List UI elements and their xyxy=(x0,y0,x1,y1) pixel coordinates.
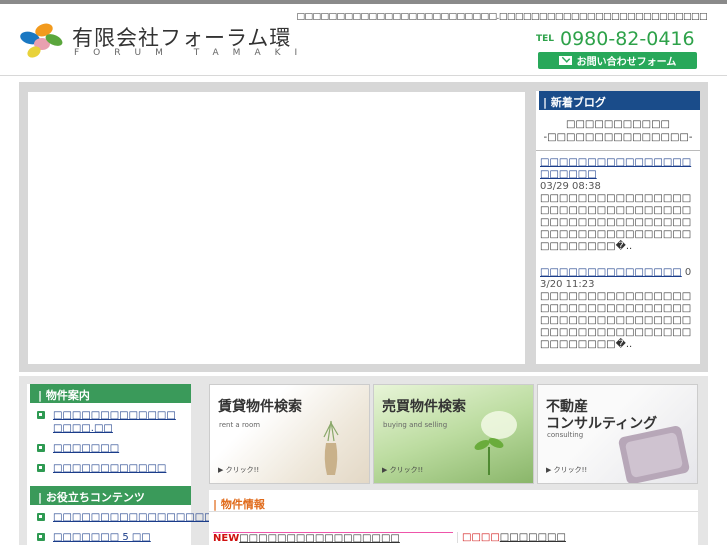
blog-entry: □□□□□□□□□□□□□□□ 03/20 11:23 □□□□□□□□□□□□… xyxy=(536,253,700,351)
card-click-label: ▶ クリック!! xyxy=(546,466,588,474)
property-red-label: □□□□ xyxy=(462,532,500,543)
blog-panel-title: 新着ブログ xyxy=(536,91,700,110)
sidebar-heading-properties: 物件案内 xyxy=(27,384,191,403)
bullet-icon xyxy=(37,411,45,419)
property-info-title: 物件情報 xyxy=(209,490,698,512)
search-cards: 賃貸物件検索 rent a room ▶ クリック!! 売買物件検索 buyin… xyxy=(209,384,698,484)
new-blog-panel: 新着ブログ □□□□□□□□□□□ -□□□□□□□□□□□□□□□- □□□□… xyxy=(536,91,700,364)
sidebar-item[interactable]: □□□□□□□□□□□□ xyxy=(37,462,191,475)
sidebar-list-properties: □□□□□□□□□□□□□ □□□□.□□ □□□□□□□ □□□□□□□□□□… xyxy=(27,403,191,486)
sidebar: 物件案内 □□□□□□□□□□□□□ □□□□.□□ □□□□□□□ □□□□□… xyxy=(27,384,214,545)
sidebar-item[interactable]: □□□□□□□□□□□□□ □□□□.□□ xyxy=(37,409,191,435)
consulting-card[interactable]: 不動産 コンサルティング consulting ▶ クリック!! xyxy=(537,384,698,484)
sidebar-item[interactable]: □□□□□□□ xyxy=(37,442,191,455)
contact-form-label: お問い合わせフォーム xyxy=(576,57,677,68)
company-logo-icon[interactable] xyxy=(18,20,64,60)
blog-entry-link[interactable]: □□□□□□□□□□□□□□□□□□□□□□ xyxy=(540,157,691,180)
blog-caption-line1: □□□□□□□□□□□ xyxy=(566,119,670,130)
blog-entry-excerpt: □□□□□□□□□□□□□□□□□□□□□□□□□□□□□□□□□□□□□□□□… xyxy=(540,193,692,252)
bullet-icon xyxy=(37,464,45,472)
page: 有限会社フォーラム環 FORUM TAMAKI □□□□□□□□□□□□□□□□… xyxy=(0,0,727,545)
sidebar-item-link[interactable]: □□□□□□□ xyxy=(53,442,119,455)
card-subtitle: consulting xyxy=(547,431,584,439)
blog-caption-line2: -□□□□□□□□□□□□□□□- xyxy=(543,132,693,143)
card-subtitle: buying and selling xyxy=(383,421,448,429)
sidebar-item-link[interactable]: □□□□□□□□□□□□ xyxy=(53,462,166,475)
header-tagline: □□□□□□□□□□□□□□□□□□□□□□□□□.□□□□□□□□□□□□□□… xyxy=(296,12,707,22)
rental-search-card[interactable]: 賃貸物件検索 rent a room ▶ クリック!! xyxy=(209,384,370,484)
hero-main-panel xyxy=(28,92,525,364)
vase-image-icon xyxy=(323,420,339,475)
property-link[interactable]: □□□□□□□□□□□□□□□□□ xyxy=(239,533,400,544)
property-info-left: NEW□□□□□□□□□□□□□□□□□ xyxy=(213,532,453,544)
sprout-image-icon xyxy=(474,411,517,475)
company-subtitle: FORUM TAMAKI xyxy=(74,48,312,58)
property-link[interactable]: □□□□□□□ xyxy=(500,532,566,543)
card-click-label: ▶ クリック!! xyxy=(218,466,260,474)
sidebar-item[interactable]: □□□□□□□ 5 □□ xyxy=(37,531,191,544)
blog-entry: □□□□□□□□□□□□□□□□□□□□□□ 03/29 08:38 □□□□□… xyxy=(536,151,700,253)
card-click-label: ▶ クリック!! xyxy=(382,466,424,474)
blog-entry-excerpt: □□□□□□□□□□□□□□□□□□□□□□□□□□□□□□□□□□□□□□□□… xyxy=(540,291,692,350)
contact-form-button[interactable]: お問い合わせフォーム xyxy=(538,52,697,69)
site-header: 有限会社フォーラム環 FORUM TAMAKI □□□□□□□□□□□□□□□□… xyxy=(0,4,727,76)
sidebar-item-link[interactable]: □□□□□□□□□□□□□ □□□□.□□ xyxy=(53,409,191,435)
sidebar-item-link[interactable]: □□□□□□□ 5 □□ xyxy=(53,531,151,544)
card-title-line1: 不動産 xyxy=(546,399,588,415)
property-info-right: □□□□□□□□□□□ xyxy=(457,532,697,543)
card-title: 不動産 コンサルティング xyxy=(546,399,657,433)
tel-label: TEL xyxy=(536,34,555,44)
hero-section: 新着ブログ □□□□□□□□□□□ -□□□□□□□□□□□□□□□- □□□□… xyxy=(19,82,708,372)
blog-entry-date: 03/29 08:38 xyxy=(540,181,601,192)
sidebar-item-link[interactable]: □□□□□□□□□□□□□□□□□ xyxy=(53,511,214,524)
card-title: 売買物件検索 xyxy=(382,399,466,415)
wallet-image-icon xyxy=(618,425,690,483)
blog-entry-link[interactable]: □□□□□□□□□□□□□□□ xyxy=(540,267,682,278)
bullet-icon xyxy=(37,513,45,521)
mail-icon xyxy=(558,56,572,65)
card-title: 賃貸物件検索 xyxy=(218,399,302,415)
sidebar-item[interactable]: □□□□□□□□□□□□□□□□□ xyxy=(37,511,214,524)
tel-number: 0980-82-0416 xyxy=(560,28,695,50)
bullet-icon xyxy=(37,533,45,541)
sidebar-heading-useful-content: お役立ちコンテンツ xyxy=(27,486,191,505)
bullet-icon xyxy=(37,444,45,452)
card-subtitle: rent a room xyxy=(219,421,261,429)
new-badge: NEW xyxy=(213,533,240,544)
property-info-section: 物件情報 NEW□□□□□□□□□□□□□□□□□ □□□□□□□□□□□ xyxy=(209,490,698,545)
sales-search-card[interactable]: 売買物件検索 buying and selling ▶ クリック!! xyxy=(373,384,534,484)
sidebar-list-useful-content: □□□□□□□□□□□□□□□□□ □□□□□□□ 5 □□ xyxy=(27,505,214,545)
blog-caption: □□□□□□□□□□□ -□□□□□□□□□□□□□□□- xyxy=(536,110,700,151)
